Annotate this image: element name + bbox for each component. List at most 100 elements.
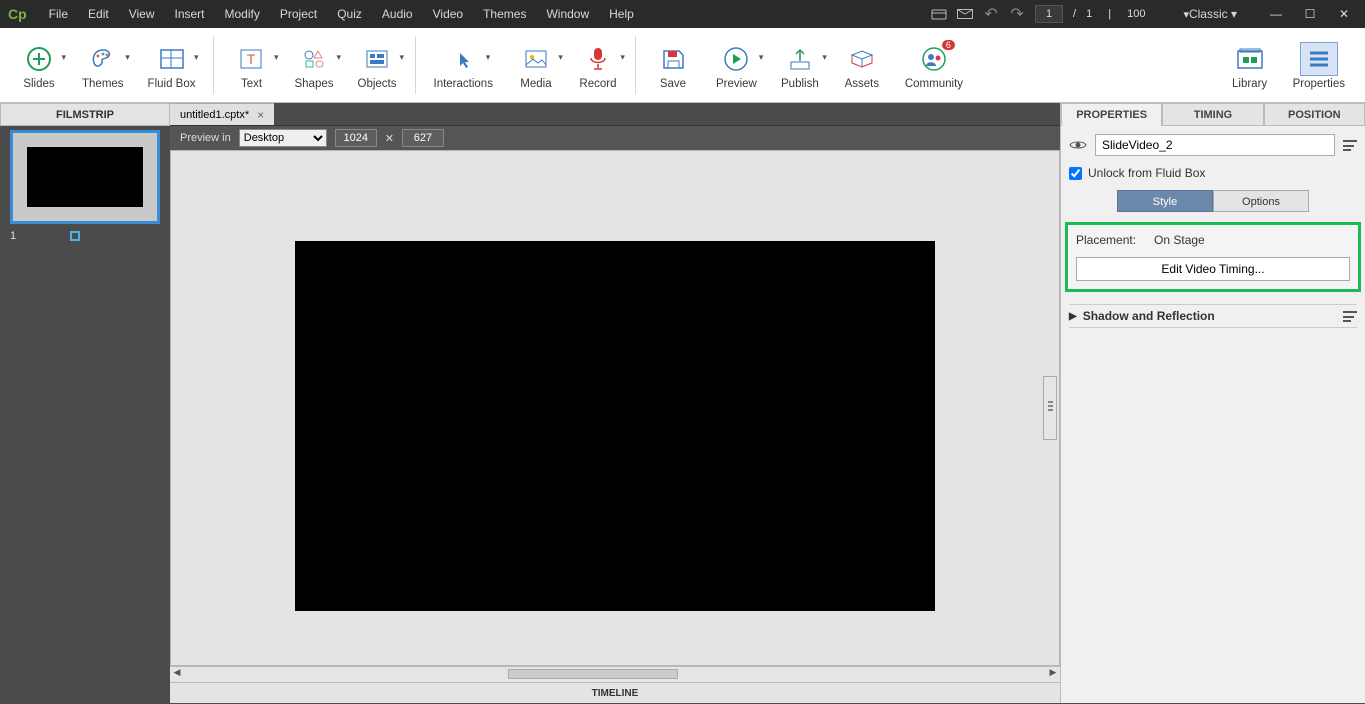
canvas-area[interactable] — [170, 150, 1060, 666]
workspace-dropdown[interactable]: Classic ▾ — [1189, 7, 1241, 21]
menu-insert[interactable]: Insert — [165, 3, 215, 25]
preview-device-select[interactable]: Desktop — [239, 129, 327, 147]
properties-button[interactable]: Properties — [1281, 36, 1357, 94]
document-tab-label: untitled1.cptx* — [180, 109, 249, 121]
unlock-checkbox[interactable] — [1069, 167, 1082, 180]
redo-icon[interactable]: ↷ — [1009, 6, 1025, 22]
horizontal-scrollbar[interactable]: ◀ ▶ — [170, 666, 1060, 682]
workspace: FILMSTRIP 1 untitled1.cptx* × Preview in… — [0, 103, 1365, 703]
scrollbar-thumb[interactable] — [508, 669, 678, 679]
properties-label: Properties — [1293, 78, 1345, 90]
scroll-left-icon[interactable]: ◀ — [170, 667, 184, 682]
menu-bar: File Edit View Insert Modify Project Qui… — [39, 3, 931, 25]
preview-button[interactable]: Preview — [704, 36, 769, 94]
preview-height-input[interactable] — [402, 129, 444, 147]
preview-width-input[interactable] — [335, 129, 377, 147]
title-bar: Cp File Edit View Insert Modify Project … — [0, 0, 1365, 28]
text-icon: T — [232, 42, 270, 76]
menu-themes[interactable]: Themes — [473, 3, 536, 25]
section-menu-icon[interactable] — [1343, 311, 1357, 321]
community-badge: 6 — [942, 40, 955, 50]
assets-icon — [843, 42, 881, 76]
scroll-right-icon[interactable]: ▶ — [1046, 667, 1060, 682]
community-icon: 6 — [915, 42, 953, 76]
placement-value: On Stage — [1154, 233, 1205, 247]
panel-menu-icon[interactable] — [1343, 140, 1357, 150]
objects-icon — [358, 42, 396, 76]
sub-tab-style[interactable]: Style — [1117, 190, 1213, 212]
tab-properties[interactable]: PROPERTIES — [1061, 103, 1162, 126]
menu-video[interactable]: Video — [423, 3, 473, 25]
close-button[interactable]: ✕ — [1327, 4, 1361, 24]
undo-icon[interactable]: ↶ — [983, 6, 999, 22]
sub-tab-options[interactable]: Options — [1213, 190, 1309, 212]
preview-label: Preview in — [180, 132, 231, 144]
current-slide-input[interactable] — [1035, 5, 1063, 23]
status-icons: ↶ ↷ / 1 | 100 ▾ — [931, 5, 1189, 23]
timeline-header[interactable]: TIMELINE — [170, 682, 1060, 703]
slide-preview — [27, 147, 143, 207]
assets-button[interactable]: Assets — [831, 36, 893, 94]
menu-audio[interactable]: Audio — [372, 3, 423, 25]
shapes-button[interactable]: Shapes — [282, 36, 345, 94]
slides-button[interactable]: Slides — [8, 36, 70, 94]
save-icon — [654, 42, 692, 76]
play-icon — [717, 42, 755, 76]
menu-edit[interactable]: Edit — [78, 3, 119, 25]
close-tab-icon[interactable]: × — [257, 108, 264, 122]
menu-help[interactable]: Help — [599, 3, 644, 25]
expand-arrow-icon: ▶ — [1069, 311, 1077, 322]
library-button[interactable]: Library — [1219, 36, 1281, 94]
community-button[interactable]: 6 Community — [893, 36, 975, 94]
slide-canvas[interactable] — [295, 241, 935, 611]
record-button[interactable]: Record — [567, 36, 629, 94]
fluidbox-button[interactable]: Fluid Box — [136, 36, 208, 94]
maximize-button[interactable]: ☐ — [1293, 4, 1327, 24]
properties-panel: PROPERTIES TIMING POSITION Unlock from F… — [1060, 103, 1365, 703]
publish-button[interactable]: Publish — [769, 36, 831, 94]
edit-video-timing-button[interactable]: Edit Video Timing... — [1076, 257, 1350, 281]
tab-timing[interactable]: TIMING — [1162, 103, 1263, 126]
objects-button[interactable]: Objects — [346, 36, 409, 94]
assets-label: Assets — [845, 78, 880, 90]
preview-label: Preview — [716, 78, 757, 90]
document-tab-bar: untitled1.cptx* × — [170, 103, 1060, 126]
menu-modify[interactable]: Modify — [215, 3, 270, 25]
menu-view[interactable]: View — [119, 3, 165, 25]
preview-bar: Preview in Desktop ✕ — [170, 126, 1060, 150]
highlighted-section: Placement: On Stage Edit Video Timing... — [1065, 222, 1361, 292]
mail-icon[interactable] — [957, 6, 973, 22]
document-tab[interactable]: untitled1.cptx* × — [170, 103, 274, 125]
svg-text:T: T — [247, 51, 256, 67]
media-button[interactable]: Media — [505, 36, 567, 94]
shadow-reflection-section[interactable]: ▶ Shadow and Reflection — [1069, 304, 1357, 328]
object-name-input[interactable] — [1095, 134, 1335, 156]
publish-icon — [781, 42, 819, 76]
menu-file[interactable]: File — [39, 3, 78, 25]
text-button[interactable]: T Text — [220, 36, 282, 94]
slide-sep: / — [1073, 8, 1076, 20]
total-slides: 1 — [1086, 8, 1092, 20]
save-button[interactable]: Save — [642, 36, 704, 94]
interactions-label: Interactions — [434, 78, 493, 90]
interactions-button[interactable]: Interactions — [422, 36, 505, 94]
slide-marker-icon — [70, 231, 80, 241]
menu-window[interactable]: Window — [536, 3, 599, 25]
minimize-button[interactable]: — — [1259, 4, 1293, 24]
hamburger-icon — [1300, 42, 1338, 76]
palette-icon — [84, 42, 122, 76]
pipe: | — [1108, 8, 1111, 20]
tab-position[interactable]: POSITION — [1264, 103, 1365, 126]
visibility-icon[interactable] — [1069, 138, 1087, 152]
unlock-checkbox-row[interactable]: Unlock from Fluid Box — [1069, 166, 1357, 180]
themes-button[interactable]: Themes — [70, 36, 136, 94]
library-label: Library — [1232, 78, 1267, 90]
text-label: Text — [241, 78, 262, 90]
cloud-icon[interactable] — [931, 6, 947, 22]
panel-collapse-handle[interactable] — [1043, 376, 1057, 440]
slide-thumbnail[interactable] — [10, 130, 160, 224]
record-label: Record — [579, 78, 616, 90]
menu-quiz[interactable]: Quiz — [327, 3, 372, 25]
menu-project[interactable]: Project — [270, 3, 327, 25]
zoom-level[interactable]: 100 — [1127, 8, 1145, 20]
